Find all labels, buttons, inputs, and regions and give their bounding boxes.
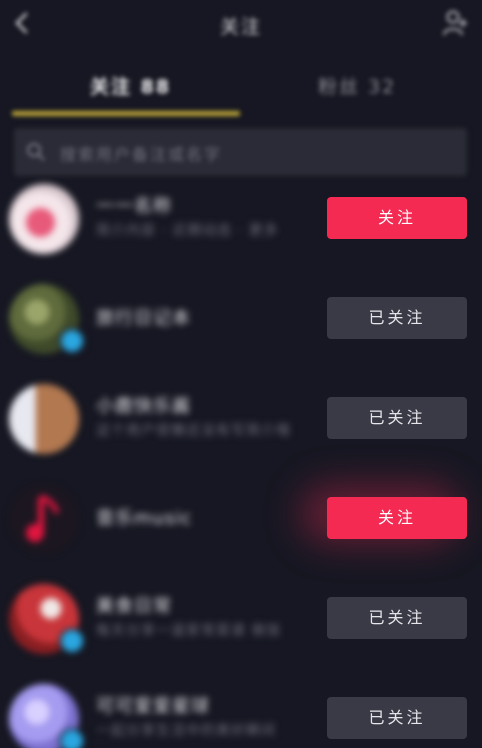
followed-button[interactable]: 已关注 [327, 297, 467, 339]
tab-indicator [12, 111, 240, 116]
add-user-icon[interactable] [442, 9, 468, 37]
search-bar[interactable]: 搜索用户备注或名字 [14, 128, 467, 176]
followed-button[interactable]: 已关注 [327, 597, 467, 639]
user-subtitle: 一起分享生活中的美好瞬间 [96, 723, 276, 739]
user-subtitle: 每天分享一道家常菜谱 做饭 [96, 623, 282, 639]
username[interactable]: 小鹿快乐酱 [96, 392, 191, 418]
music-note-icon [26, 494, 60, 542]
list-item[interactable]: 旅行日记本 已关注 [0, 284, 482, 384]
follow-button[interactable]: 关注 [327, 197, 467, 239]
list-item[interactable]: 可可爱爱星球 一起分享生活中的美好瞬间 已关注 [0, 684, 482, 748]
username[interactable]: 可可爱爱星球 [96, 692, 210, 718]
tab-bar: 关注 88 粉丝 32 [0, 60, 482, 122]
username[interactable]: 一一名称 [96, 192, 172, 218]
avatar[interactable] [9, 384, 79, 454]
tab-fans[interactable]: 粉丝 32 [318, 72, 396, 99]
avatar[interactable] [9, 284, 85, 354]
avatar[interactable] [9, 484, 79, 554]
user-subtitle: 这个用户很懒还没有写简介哦 [96, 423, 291, 439]
avatar[interactable] [9, 584, 85, 654]
list-item[interactable]: 一一名称 简介内容 · 近期动态 · 更多 关注 [0, 184, 482, 284]
user-subtitle: 简介内容 · 近期动态 · 更多 [96, 223, 279, 239]
search-icon [27, 143, 45, 161]
verified-badge-icon [59, 728, 85, 748]
list-item[interactable]: 美食日常 每天分享一道家常菜谱 做饭 已关注 [0, 584, 482, 684]
tab-following[interactable]: 关注 88 [90, 72, 171, 99]
avatar[interactable] [9, 684, 85, 748]
username[interactable]: 旅行日记本 [96, 304, 191, 330]
top-bar: 关注 [0, 0, 482, 52]
page-title: 关注 [219, 16, 262, 38]
follow-button[interactable]: 关注 [327, 497, 467, 539]
verified-badge-icon [59, 628, 85, 654]
username[interactable]: 音乐music [96, 504, 192, 530]
followed-button[interactable]: 已关注 [327, 397, 467, 439]
search-input[interactable]: 搜索用户备注或名字 [60, 141, 222, 165]
followed-button[interactable]: 已关注 [327, 697, 467, 739]
avatar[interactable] [9, 184, 79, 254]
username[interactable]: 美食日常 [96, 592, 172, 618]
list-item[interactable]: 音乐music 关注 [0, 484, 482, 584]
verified-badge-icon [59, 328, 85, 354]
list-item[interactable]: 小鹿快乐酱 这个用户很懒还没有写简介哦 已关注 [0, 384, 482, 484]
